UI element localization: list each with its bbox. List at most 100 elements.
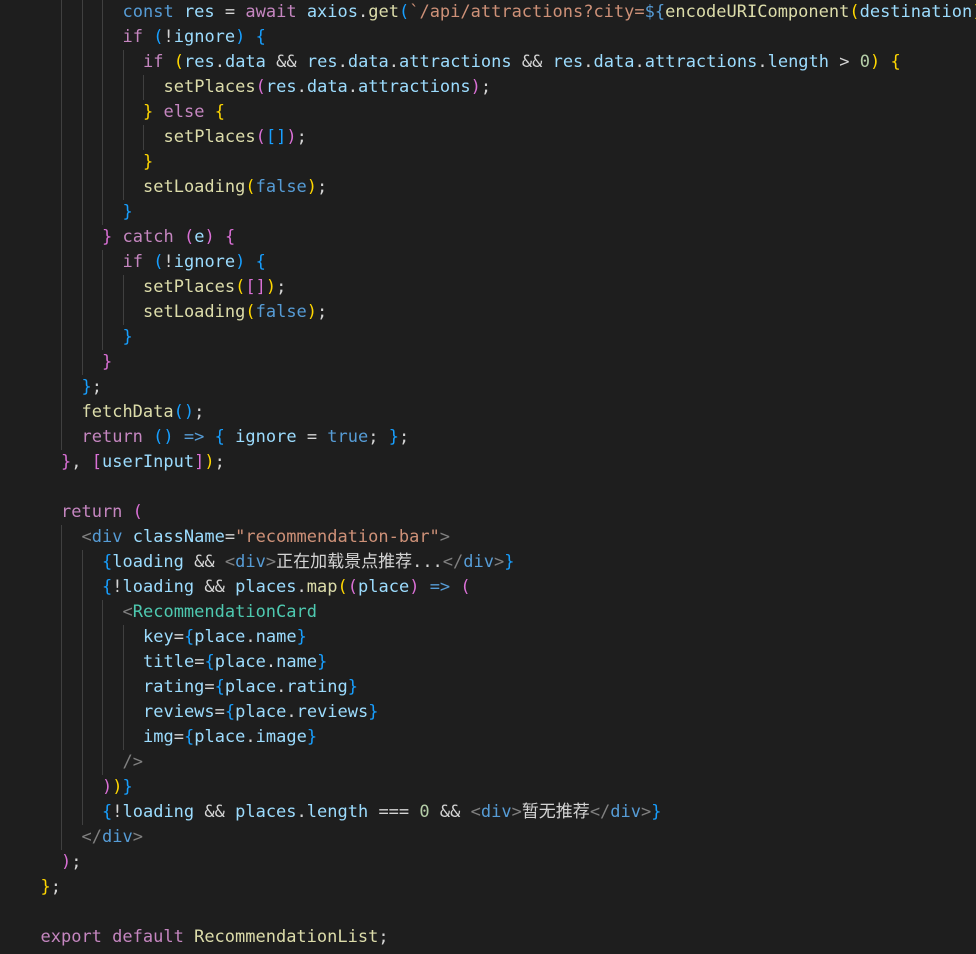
code-line[interactable]: />: [0, 750, 976, 775]
code-line[interactable]: setPlaces([]);: [0, 125, 976, 150]
code-token: =: [214, 2, 246, 22]
code-token: if: [143, 52, 164, 72]
code-token: &&: [183, 552, 225, 572]
code-line[interactable]: }: [0, 325, 976, 350]
code-token: setPlaces: [163, 77, 256, 97]
code-token: res: [183, 2, 215, 22]
code-line[interactable]: export default RecommendationList;: [0, 925, 976, 950]
code-token: }: [504, 552, 515, 572]
code-token: .: [347, 77, 359, 97]
code-token: setLoading: [143, 302, 246, 322]
code-line[interactable]: );: [0, 850, 976, 875]
code-line[interactable]: title={place.name}: [0, 650, 976, 675]
code-token: else: [163, 102, 205, 122]
code-line[interactable]: return () => { ignore = true; };: [0, 425, 976, 450]
code-line[interactable]: rating={place.rating}: [0, 675, 976, 700]
code-token: }: [143, 102, 154, 122]
code-token: ): [265, 277, 277, 297]
code-token: RecommendationCard: [132, 602, 317, 622]
code-line[interactable]: };: [0, 375, 976, 400]
code-line[interactable]: if (!ignore) {: [0, 25, 976, 50]
code-line[interactable]: setPlaces([]);: [0, 275, 976, 300]
code-line[interactable]: setLoading(false);: [0, 300, 976, 325]
code-token: (: [347, 577, 358, 597]
code-token: data: [306, 77, 348, 97]
code-line[interactable]: }, [userInput]);: [0, 450, 976, 475]
code-token: ;: [480, 77, 492, 97]
code-token: >: [439, 527, 451, 547]
code-token: ): [112, 777, 123, 797]
code-line[interactable]: if (!ignore) {: [0, 250, 976, 275]
code-line[interactable]: [0, 475, 976, 500]
code-line[interactable]: ))}: [0, 775, 976, 800]
code-token: {: [890, 52, 901, 72]
code-token: {: [224, 702, 236, 722]
code-token: default: [112, 927, 184, 947]
code-token: length: [767, 52, 830, 72]
code-line[interactable]: key={place.name}: [0, 625, 976, 650]
code-token: setPlaces: [163, 127, 256, 147]
code-line[interactable]: }: [0, 350, 976, 375]
code-line[interactable]: } catch (e) {: [0, 225, 976, 250]
code-token: .: [276, 677, 287, 697]
code-line[interactable]: } else {: [0, 100, 976, 125]
code-token: ;: [71, 852, 82, 872]
code-line[interactable]: return (: [0, 500, 976, 525]
code-token: }: [347, 677, 359, 697]
code-token: (: [173, 402, 184, 422]
code-line[interactable]: <RecommendationCard: [0, 600, 976, 625]
code-line[interactable]: };: [0, 875, 976, 900]
code-editor[interactable]: const res = await axios.get(`/api/attrac…: [0, 0, 976, 954]
code-token: =: [194, 652, 205, 672]
code-token: (: [132, 502, 143, 522]
code-token: div: [463, 552, 494, 572]
code-line[interactable]: }: [0, 150, 976, 175]
code-token: res: [306, 52, 338, 72]
code-line[interactable]: {!loading && places.map((place) => (: [0, 575, 976, 600]
code-token: .: [296, 802, 307, 822]
code-token: =: [173, 627, 184, 647]
code-token: div: [480, 802, 512, 822]
code-token: .: [245, 627, 256, 647]
code-token: reviews: [296, 702, 369, 722]
code-line[interactable]: [0, 900, 976, 925]
indent-guide: [61, 0, 62, 450]
code-line[interactable]: img={place.image}: [0, 725, 976, 750]
code-token: (: [460, 577, 471, 597]
code-line[interactable]: setLoading(false);: [0, 175, 976, 200]
indent-guide: [143, 75, 144, 100]
code-token: }: [143, 152, 154, 172]
code-token: }: [102, 227, 113, 247]
code-line[interactable]: if (res.data && res.data.attractions && …: [0, 50, 976, 75]
code-line[interactable]: <div className="recommendation-bar">: [0, 525, 976, 550]
code-token: }: [122, 202, 133, 222]
code-line[interactable]: setPlaces(res.data.attractions);: [0, 75, 976, 100]
code-token: (: [398, 2, 410, 22]
code-token: attractions: [358, 77, 471, 97]
code-line[interactable]: {!loading && places.length === 0 && <div…: [0, 800, 976, 825]
code-token: rating: [286, 677, 348, 697]
code-token: {: [214, 427, 225, 447]
code-line[interactable]: fetchData();: [0, 400, 976, 425]
code-line[interactable]: {loading && <div>正在加载景点推荐...</div>}: [0, 550, 976, 575]
code-token: }: [296, 627, 307, 647]
code-token: 正在加载景点推荐...: [276, 552, 443, 572]
code-token: {: [255, 27, 266, 47]
code-line[interactable]: const res = await axios.get(`/api/attrac…: [0, 0, 976, 25]
code-line[interactable]: reviews={place.reviews}: [0, 700, 976, 725]
code-line[interactable]: </div>: [0, 825, 976, 850]
code-token: axios: [306, 2, 358, 22]
code-token: {: [255, 252, 266, 272]
code-token: ===: [368, 802, 420, 822]
code-token: .: [296, 77, 307, 97]
code-token: attractions: [644, 52, 758, 72]
code-token: {: [214, 102, 225, 122]
code-line[interactable]: }: [0, 200, 976, 225]
